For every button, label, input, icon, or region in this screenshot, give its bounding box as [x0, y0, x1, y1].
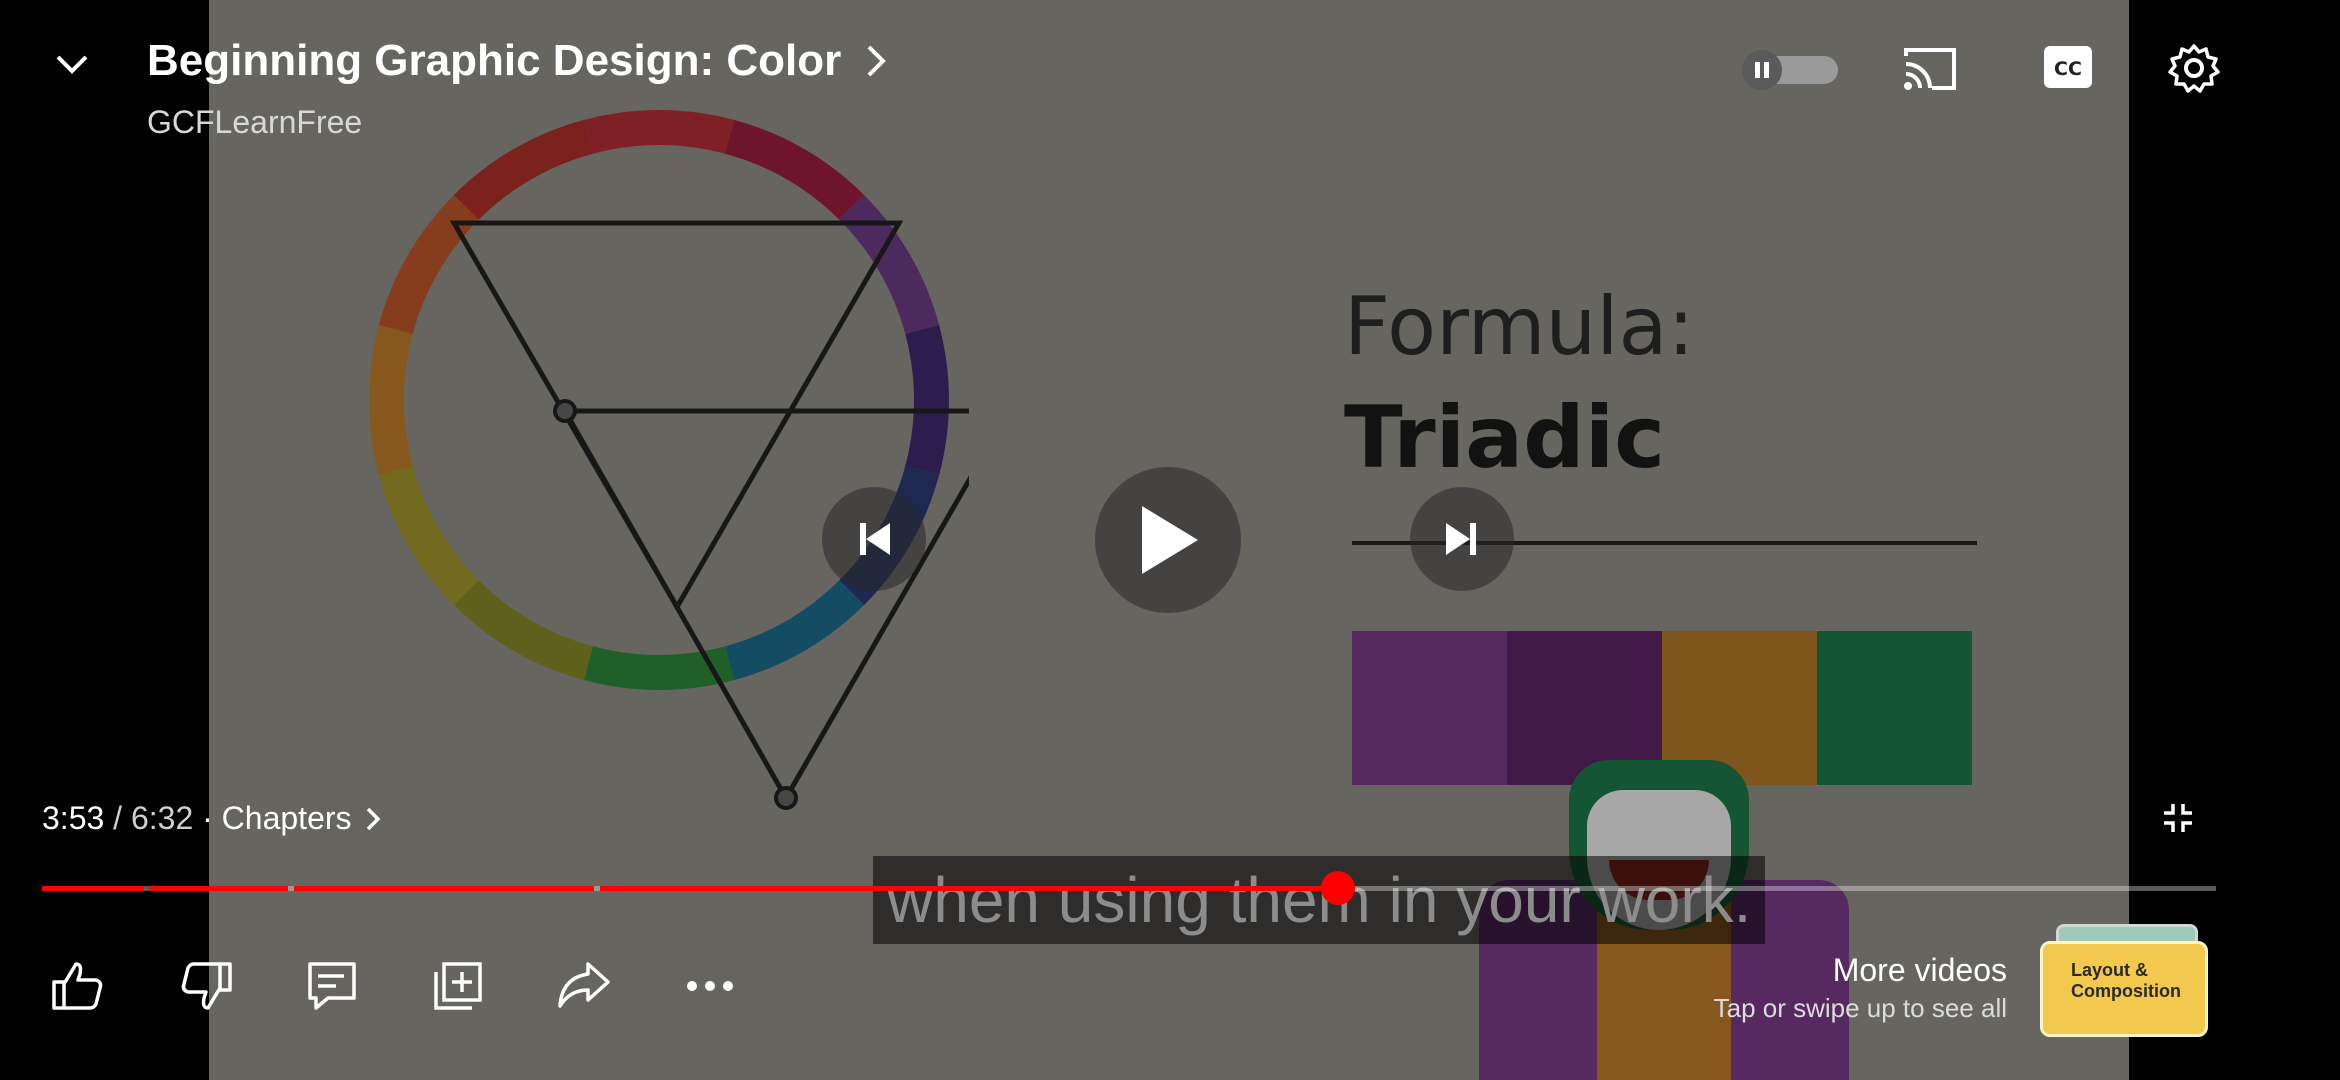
play-button[interactable]: [1095, 467, 1241, 613]
skip-previous-icon: [860, 523, 890, 555]
time-display[interactable]: 3:53 / 6:32 · Chapters: [42, 800, 384, 837]
thumbs-up-icon: [52, 962, 103, 1010]
chevron-right-icon: [366, 807, 380, 830]
current-time: 3:53: [42, 800, 105, 836]
skip-next-icon: [1446, 523, 1476, 555]
chevron-down-icon: [56, 55, 88, 74]
minimize-button[interactable]: [52, 44, 92, 84]
save-to-playlist-button[interactable]: [428, 956, 488, 1016]
formula-name: Triadic: [1344, 388, 1666, 488]
previous-button[interactable]: [822, 487, 926, 591]
progress-chapter-1: [42, 886, 144, 891]
gear-icon: [2168, 44, 2220, 93]
triad-lines: [553, 399, 969, 810]
share-icon: [558, 962, 610, 1008]
more-horizontal-icon: [687, 981, 733, 991]
video-title-row[interactable]: Beginning Graphic Design: Color: [147, 36, 893, 86]
next-video-thumbnail[interactable]: Layout & Composition: [2040, 941, 2208, 1037]
chapters-label: · Chapters: [193, 800, 352, 836]
play-icon: [1142, 506, 1198, 574]
next-button[interactable]: [1410, 487, 1514, 591]
more-options-button[interactable]: [680, 956, 740, 1016]
progress-chapter-2: [150, 886, 288, 891]
progress-chapter-4: [600, 886, 1339, 891]
caption: when using them in your work.: [873, 856, 1766, 944]
formula-label: Formula:: [1344, 280, 1695, 373]
thumbnail-title: Layout & Composition: [2071, 960, 2181, 1001]
dislike-button[interactable]: [176, 956, 236, 1016]
progress-bar[interactable]: [42, 886, 2216, 891]
swipe-hint: Tap or swipe up to see all: [1713, 993, 2007, 1023]
chevron-right-icon: [867, 45, 887, 77]
exit-fullscreen-icon: [2164, 804, 2192, 832]
pause-icon: [1742, 50, 1782, 90]
add-to-playlist-icon: [434, 962, 482, 1010]
svg-text:CC: CC: [2054, 58, 2082, 80]
progress-chapter-3: [294, 886, 594, 891]
duration: 6:32: [130, 800, 194, 836]
comments-button[interactable]: [302, 956, 362, 1016]
share-button[interactable]: [554, 956, 614, 1016]
autoplay-toggle[interactable]: [1742, 50, 1838, 90]
more-videos[interactable]: More videos Tap or swipe up to see all: [1714, 952, 2007, 1024]
cast-button[interactable]: [1902, 44, 1958, 92]
thumbs-down-icon: [181, 962, 232, 1010]
more-videos-label: More videos: [1832, 952, 2007, 988]
channel-name[interactable]: GCFLearnFree: [147, 104, 362, 141]
video-title: Beginning Graphic Design: Color: [147, 36, 842, 85]
time-separator: /: [104, 800, 131, 836]
settings-button[interactable]: [2168, 42, 2220, 94]
like-button[interactable]: [48, 956, 108, 1016]
exit-fullscreen-button[interactable]: [2160, 800, 2196, 836]
captions-button[interactable]: CC: [2044, 46, 2092, 88]
cast-icon: [1904, 48, 1956, 90]
cc-icon: CC: [2044, 46, 2092, 88]
comment-icon: [308, 962, 356, 1010]
progress-scrubber[interactable]: [1321, 871, 1355, 905]
